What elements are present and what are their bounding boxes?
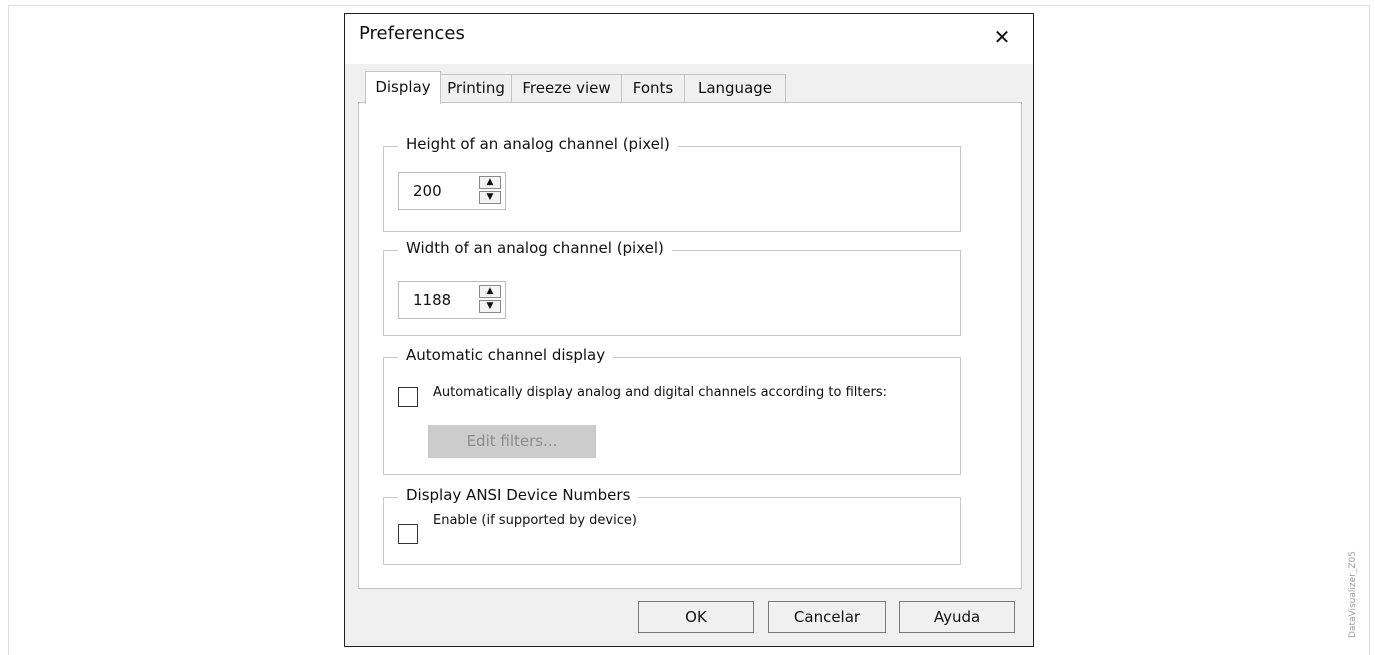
arrow-up-icon: ▲ [486, 177, 494, 187]
auto-channel-checkbox-label: Automatically display analog and digital… [433, 385, 887, 400]
ok-button[interactable]: OK [638, 601, 754, 633]
height-decrement-button[interactable]: ▼ [479, 191, 501, 204]
edit-filters-button: Edit filters... [428, 425, 596, 458]
display-tab-panel: Height of an analog channel (pixel) 200 … [358, 102, 1022, 589]
tab-printing[interactable]: Printing [440, 74, 512, 102]
width-group-label: Width of an analog channel (pixel) [398, 239, 672, 257]
cancel-button[interactable]: Cancelar [768, 601, 886, 633]
auto-channel-group: Automatic channel display Automatically … [383, 346, 961, 475]
width-group: Width of an analog channel (pixel) 1188 … [383, 239, 961, 336]
close-icon[interactable]: ✕ [989, 24, 1015, 50]
frame-left-line [8, 5, 9, 655]
height-value[interactable]: 200 [413, 173, 442, 209]
tab-freeze-view[interactable]: Freeze view [511, 74, 622, 102]
dialog-title: Preferences [359, 23, 465, 44]
height-group-label: Height of an analog channel (pixel) [398, 135, 678, 153]
width-increment-button[interactable]: ▲ [479, 285, 501, 298]
height-group: Height of an analog channel (pixel) 200 … [383, 135, 961, 232]
help-button[interactable]: Ayuda [899, 601, 1015, 633]
auto-channel-group-label: Automatic channel display [398, 346, 614, 364]
arrow-down-icon: ▼ [486, 301, 494, 311]
ansi-group-label: Display ANSI Device Numbers [398, 486, 639, 504]
width-spinbox[interactable]: 1188 ▲ ▼ [398, 281, 506, 319]
tab-display[interactable]: Display [365, 71, 441, 104]
height-spinbox[interactable]: 200 ▲ ▼ [398, 172, 506, 210]
width-decrement-button[interactable]: ▼ [479, 300, 501, 313]
auto-channel-checkbox[interactable] [398, 387, 418, 407]
dialog-body: Display Printing Freeze view Fonts Langu… [345, 64, 1033, 646]
height-spin-buttons: ▲ ▼ [479, 176, 503, 206]
figure-caption: DataVisualizer_Z05 [1348, 551, 1358, 638]
width-value[interactable]: 1188 [413, 282, 451, 318]
ansi-group: Display ANSI Device Numbers Enable (if s… [383, 486, 961, 565]
frame-right-line [1369, 5, 1370, 655]
tab-fonts[interactable]: Fonts [621, 74, 685, 102]
arrow-up-icon: ▲ [486, 286, 494, 296]
frame-top-line [8, 5, 1370, 6]
ansi-enable-checkbox[interactable] [398, 524, 418, 544]
width-spin-buttons: ▲ ▼ [479, 285, 503, 315]
tab-language[interactable]: Language [684, 74, 786, 102]
preferences-dialog: Preferences ✕ Display Printing Freeze vi… [344, 13, 1034, 647]
ansi-enable-checkbox-label: Enable (if supported by device) [433, 513, 637, 528]
height-increment-button[interactable]: ▲ [479, 176, 501, 189]
arrow-down-icon: ▼ [486, 192, 494, 202]
